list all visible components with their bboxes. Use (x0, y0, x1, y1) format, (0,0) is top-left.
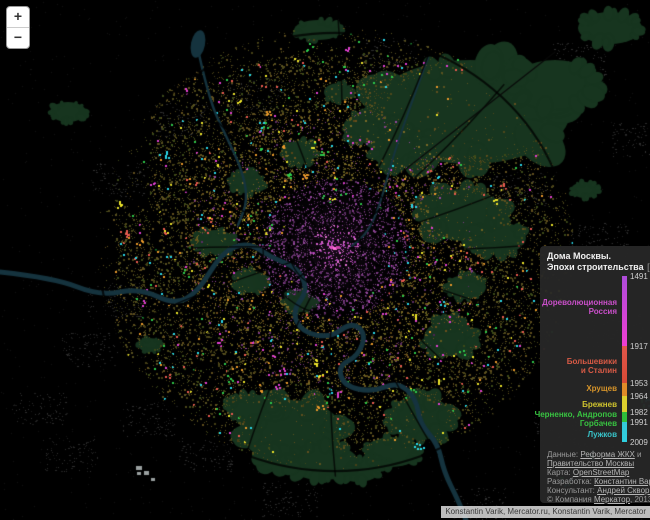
credit-link[interactable]: Андрей Скворцов (597, 486, 650, 495)
scale-year-label: 1491 (630, 272, 648, 281)
credit-text: Консультант: (547, 486, 597, 495)
credit-text: Данные: (547, 450, 580, 459)
credit-text: , 2013 (630, 495, 650, 504)
credit-link[interactable]: Правительство Москвы (547, 459, 634, 468)
era-label-1: ДореволюционнаяРоссия (542, 298, 617, 316)
credit-link[interactable]: OpenStreetMap (573, 468, 629, 477)
era-gradient-bar (622, 276, 627, 442)
credit-line: © Компания Меркатор, 2013 (547, 495, 650, 504)
era-label-2: Большевикии Сталин (567, 357, 617, 375)
legend-title: Дома Москвы. (547, 251, 611, 261)
scale-year-label: 2009 (630, 438, 648, 447)
scale-year-label: 1917 (630, 342, 648, 351)
scale-year-label: 1964 (630, 392, 648, 401)
credit-text: Разработка: (547, 477, 594, 486)
credit-line: Правительство Москвы (547, 459, 650, 468)
credit-link[interactable]: Константин Варик (594, 477, 650, 486)
zoom-control: + − (6, 6, 30, 49)
legend-credits: Данные: Реформа ЖКХ иПравительство Москв… (547, 450, 650, 504)
credit-text: © Компания (547, 495, 594, 504)
scale-year-label: 1953 (630, 379, 648, 388)
credit-link[interactable]: Меркатор (594, 495, 630, 504)
era-color-scale: 1491191719531964198219912009Дореволюцион… (540, 276, 650, 442)
era-label-5: Черненко, АндроповГорбачев (535, 410, 617, 428)
legend-panel: Дома Москвы. Эпохи строительства [?] [≡]… (540, 246, 650, 503)
map-application: + − Дома Москвы. Эпохи строительства [?]… (0, 0, 650, 520)
credit-link[interactable]: Реформа ЖКХ (580, 450, 634, 459)
map-attribution: Konstantin Varik, Mercator.ru, Konstanti… (441, 506, 650, 518)
credit-line: Карта: OpenStreetMap (547, 468, 650, 477)
credit-line: Консультант: Андрей Скворцов (547, 486, 650, 495)
era-label-6: Лужков (587, 430, 617, 439)
credit-text: и (635, 450, 642, 459)
scale-year-label: 1982 (630, 408, 648, 417)
credit-text: Карта: (547, 468, 573, 477)
era-label-3: Хрущев (586, 384, 617, 393)
scale-year-label: 1991 (630, 418, 648, 427)
zoom-in-button[interactable]: + (7, 7, 29, 28)
credit-line: Данные: Реформа ЖКХ и (547, 450, 650, 459)
legend-subtitle-row: Эпохи строительства [?] [≡] (547, 262, 650, 272)
zoom-out-button[interactable]: − (7, 28, 29, 48)
era-label-4: Брежнев (582, 400, 617, 409)
legend-subtitle: Эпохи строительства (547, 262, 644, 272)
credit-line: Разработка: Константин Варик (547, 477, 650, 486)
